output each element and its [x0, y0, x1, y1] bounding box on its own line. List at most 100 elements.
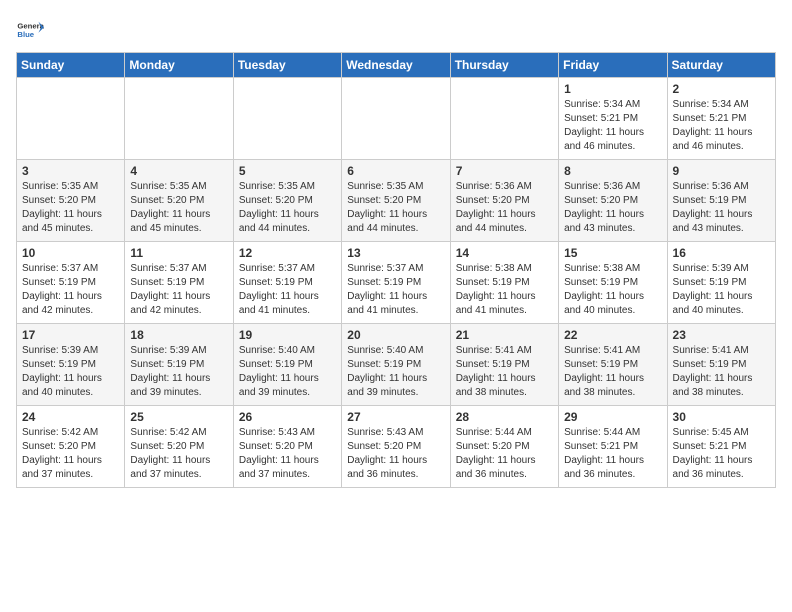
day-number: 12 — [239, 246, 336, 260]
logo: General Blue — [16, 16, 44, 44]
day-info: Sunrise: 5:36 AM Sunset: 5:19 PM Dayligh… — [673, 180, 770, 236]
calendar-cell: 8 Sunrise: 5:36 AM Sunset: 5:20 PM Daylig… — [559, 160, 667, 242]
weekday-header-friday: Friday — [559, 53, 667, 78]
calendar-cell: 20Sunrise: 5:40 AM Sunset: 5:19 PM Dayli… — [342, 324, 450, 406]
calendar-cell: 29 Sunrise: 5:44 AM Sunset: 5:21 PM Dayli… — [559, 406, 667, 488]
day-number: 17 — [22, 328, 119, 342]
calendar-cell: 25 Sunrise: 5:42 AM Sunset: 5:20 PM Dayli… — [125, 406, 233, 488]
logo-icon: General Blue — [16, 16, 44, 44]
day-info: Sunrise: 5:39 AM Sunset: 5:19 PM Dayligh… — [22, 344, 119, 400]
calendar-cell — [233, 78, 341, 160]
svg-text:Blue: Blue — [17, 30, 34, 39]
day-info: Sunrise: 5:39 AM Sunset: 5:19 PM Dayligh… — [130, 344, 227, 400]
day-info: Sunrise: 5:43 AM Sunset: 5:20 PM Dayligh… — [239, 426, 336, 482]
week-row-4: 24 Sunrise: 5:42 AM Sunset: 5:20 PM Dayli… — [17, 406, 776, 488]
weekday-header-saturday: Saturday — [667, 53, 775, 78]
weekday-header-thursday: Thursday — [450, 53, 558, 78]
calendar-cell: 10Sunrise: 5:37 AM Sunset: 5:19 PM Dayli… — [17, 242, 125, 324]
day-number: 18 — [130, 328, 227, 342]
week-row-3: 17 Sunrise: 5:39 AM Sunset: 5:19 PM Dayli… — [17, 324, 776, 406]
day-info: Sunrise: 5:45 AM Sunset: 5:21 PM Dayligh… — [673, 426, 770, 482]
calendar-table: SundayMondayTuesdayWednesdayThursdayFrid… — [16, 52, 776, 488]
calendar-cell: 15Sunrise: 5:38 AM Sunset: 5:19 PM Dayli… — [559, 242, 667, 324]
day-number: 30 — [673, 410, 770, 424]
day-info: Sunrise: 5:41 AM Sunset: 5:19 PM Dayligh… — [673, 344, 770, 400]
day-number: 26 — [239, 410, 336, 424]
day-info: Sunrise: 5:38 AM Sunset: 5:19 PM Dayligh… — [564, 262, 661, 318]
calendar-cell: 28 Sunrise: 5:44 AM Sunset: 5:20 PM Dayli… — [450, 406, 558, 488]
day-info: Sunrise: 5:41 AM Sunset: 5:19 PM Dayligh… — [456, 344, 553, 400]
weekday-header-row: SundayMondayTuesdayWednesdayThursdayFrid… — [17, 53, 776, 78]
calendar-cell: 3Sunrise: 5:35 AM Sunset: 5:20 PM Daylig… — [17, 160, 125, 242]
day-info: Sunrise: 5:44 AM Sunset: 5:20 PM Dayligh… — [456, 426, 553, 482]
calendar-cell: 1 Sunrise: 5:34 AM Sunset: 5:21 PM Daylig… — [559, 78, 667, 160]
calendar-cell — [450, 78, 558, 160]
day-info: Sunrise: 5:44 AM Sunset: 5:21 PM Dayligh… — [564, 426, 661, 482]
day-number: 14 — [456, 246, 553, 260]
day-info: Sunrise: 5:39 AM Sunset: 5:19 PM Dayligh… — [673, 262, 770, 318]
calendar-cell: 24 Sunrise: 5:42 AM Sunset: 5:20 PM Dayli… — [17, 406, 125, 488]
day-number: 28 — [456, 410, 553, 424]
day-info: Sunrise: 5:41 AM Sunset: 5:19 PM Dayligh… — [564, 344, 661, 400]
day-number: 29 — [564, 410, 661, 424]
calendar-cell: 27Sunrise: 5:43 AM Sunset: 5:20 PM Dayli… — [342, 406, 450, 488]
day-info: Sunrise: 5:35 AM Sunset: 5:20 PM Dayligh… — [130, 180, 227, 236]
day-number: 27 — [347, 410, 444, 424]
day-number: 10 — [22, 246, 119, 260]
week-row-0: 1 Sunrise: 5:34 AM Sunset: 5:21 PM Daylig… — [17, 78, 776, 160]
weekday-header-sunday: Sunday — [17, 53, 125, 78]
week-row-1: 3 Sunrise: 5:35 AM Sunset: 5:20 PM Daylig… — [17, 160, 776, 242]
weekday-header-tuesday: Tuesday — [233, 53, 341, 78]
calendar-cell: 11Sunrise: 5:37 AM Sunset: 5:19 PM Dayli… — [125, 242, 233, 324]
calendar-cell: 5Sunrise: 5:35 AM Sunset: 5:20 PM Daylig… — [233, 160, 341, 242]
page-header: General Blue — [16, 16, 776, 44]
day-info: Sunrise: 5:37 AM Sunset: 5:19 PM Dayligh… — [130, 262, 227, 318]
calendar-cell: 22 Sunrise: 5:41 AM Sunset: 5:19 PM Dayli… — [559, 324, 667, 406]
day-number: 8 — [564, 164, 661, 178]
calendar-cell: 9 Sunrise: 5:36 AM Sunset: 5:19 PM Daylig… — [667, 160, 775, 242]
day-number: 2 — [673, 82, 770, 96]
calendar-cell: 4 Sunrise: 5:35 AM Sunset: 5:20 PM Daylig… — [125, 160, 233, 242]
day-number: 9 — [673, 164, 770, 178]
day-number: 24 — [22, 410, 119, 424]
day-info: Sunrise: 5:42 AM Sunset: 5:20 PM Dayligh… — [130, 426, 227, 482]
calendar-cell: 6Sunrise: 5:35 AM Sunset: 5:20 PM Daylig… — [342, 160, 450, 242]
day-info: Sunrise: 5:37 AM Sunset: 5:19 PM Dayligh… — [347, 262, 444, 318]
svg-text:General: General — [17, 22, 44, 31]
day-info: Sunrise: 5:34 AM Sunset: 5:21 PM Dayligh… — [564, 98, 661, 154]
day-info: Sunrise: 5:36 AM Sunset: 5:20 PM Dayligh… — [456, 180, 553, 236]
calendar-cell: 18 Sunrise: 5:39 AM Sunset: 5:19 PM Dayli… — [125, 324, 233, 406]
calendar-cell: 13 Sunrise: 5:37 AM Sunset: 5:19 PM Dayli… — [342, 242, 450, 324]
calendar-cell: 30 Sunrise: 5:45 AM Sunset: 5:21 PM Dayli… — [667, 406, 775, 488]
calendar-cell: 2 Sunrise: 5:34 AM Sunset: 5:21 PM Daylig… — [667, 78, 775, 160]
day-number: 19 — [239, 328, 336, 342]
day-number: 3 — [22, 164, 119, 178]
calendar-cell: 21Sunrise: 5:41 AM Sunset: 5:19 PM Dayli… — [450, 324, 558, 406]
calendar-cell: 16Sunrise: 5:39 AM Sunset: 5:19 PM Dayli… — [667, 242, 775, 324]
day-info: Sunrise: 5:38 AM Sunset: 5:19 PM Dayligh… — [456, 262, 553, 318]
calendar-cell: 17 Sunrise: 5:39 AM Sunset: 5:19 PM Dayli… — [17, 324, 125, 406]
calendar-cell: 19Sunrise: 5:40 AM Sunset: 5:19 PM Dayli… — [233, 324, 341, 406]
week-row-2: 10 Sunrise: 5:37 AM Sunset: 5:19 PM Dayli… — [17, 242, 776, 324]
day-info: Sunrise: 5:34 AM Sunset: 5:21 PM Dayligh… — [673, 98, 770, 154]
day-number: 1 — [564, 82, 661, 96]
day-number: 22 — [564, 328, 661, 342]
day-number: 7 — [456, 164, 553, 178]
weekday-header-monday: Monday — [125, 53, 233, 78]
calendar-cell: 12Sunrise: 5:37 AM Sunset: 5:19 PM Dayli… — [233, 242, 341, 324]
calendar-cell — [17, 78, 125, 160]
calendar-cell: 14 Sunrise: 5:38 AM Sunset: 5:19 PM Dayli… — [450, 242, 558, 324]
calendar-cell: 23 Sunrise: 5:41 AM Sunset: 5:19 PM Dayli… — [667, 324, 775, 406]
day-info: Sunrise: 5:35 AM Sunset: 5:20 PM Dayligh… — [239, 180, 336, 236]
calendar-cell: 7 Sunrise: 5:36 AM Sunset: 5:20 PM Daylig… — [450, 160, 558, 242]
calendar-cell: 26 Sunrise: 5:43 AM Sunset: 5:20 PM Dayli… — [233, 406, 341, 488]
day-number: 13 — [347, 246, 444, 260]
day-info: Sunrise: 5:40 AM Sunset: 5:19 PM Dayligh… — [347, 344, 444, 400]
day-number: 25 — [130, 410, 227, 424]
day-number: 23 — [673, 328, 770, 342]
day-number: 4 — [130, 164, 227, 178]
calendar-cell — [125, 78, 233, 160]
day-info: Sunrise: 5:36 AM Sunset: 5:20 PM Dayligh… — [564, 180, 661, 236]
day-info: Sunrise: 5:42 AM Sunset: 5:20 PM Dayligh… — [22, 426, 119, 482]
day-info: Sunrise: 5:35 AM Sunset: 5:20 PM Dayligh… — [347, 180, 444, 236]
